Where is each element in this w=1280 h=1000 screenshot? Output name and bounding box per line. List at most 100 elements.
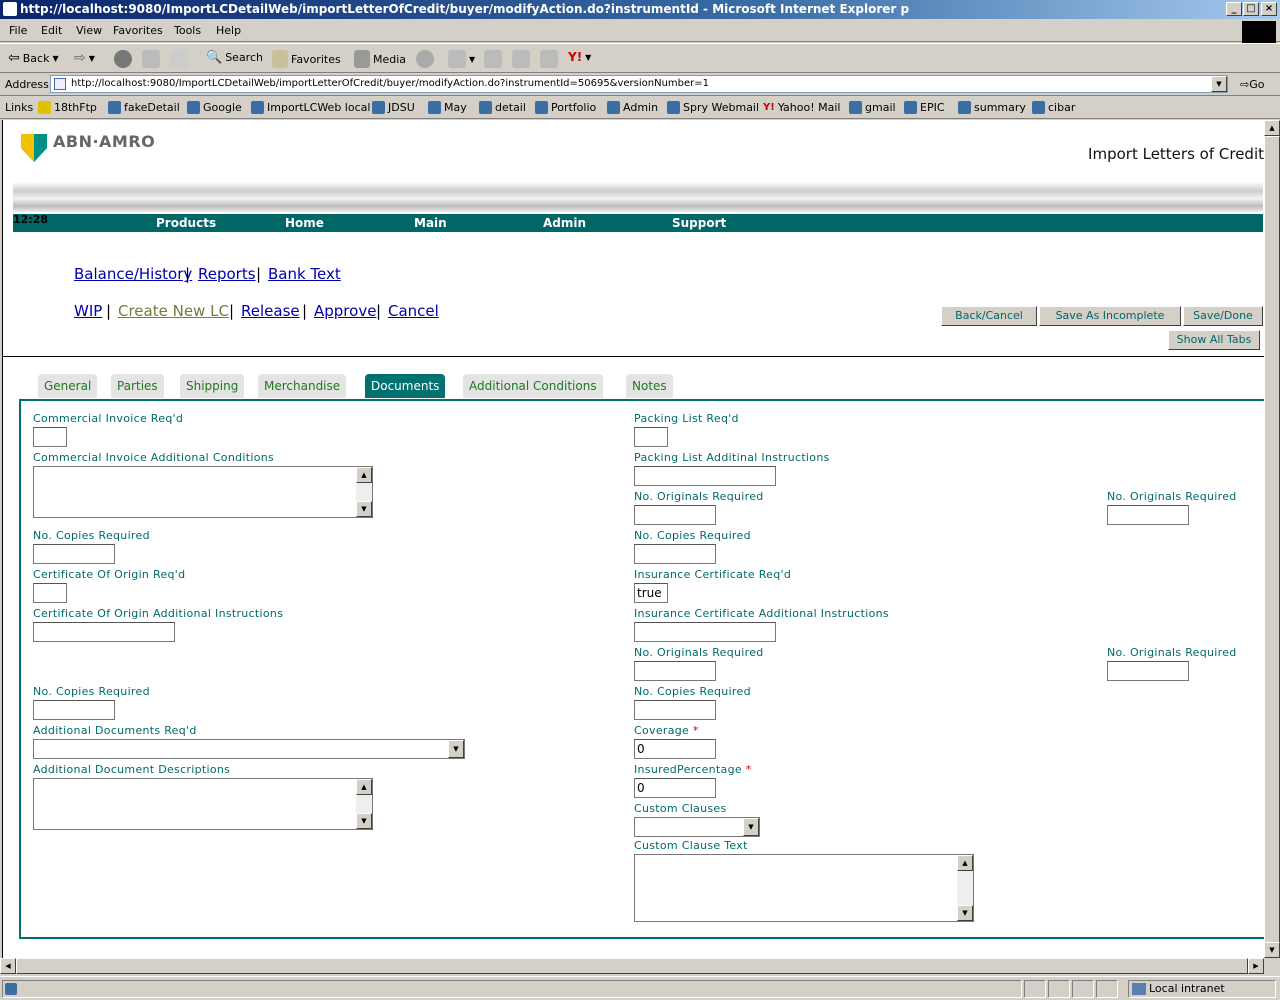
search-button[interactable]: 🔍 Search	[206, 50, 263, 65]
scroll-up-icon[interactable]: ▲	[1264, 120, 1280, 136]
tab-shipping[interactable]: Shipping	[180, 374, 245, 398]
chevron-down-icon[interactable]: ▼	[743, 818, 759, 836]
link-portfolio[interactable]: Portfolio	[535, 101, 596, 114]
link-release[interactable]: Release	[241, 302, 300, 320]
menu-edit[interactable]: Edit	[41, 24, 62, 37]
comm-inv-add-textarea[interactable]: ▲ ▼	[33, 466, 373, 518]
tab-parties[interactable]: Parties	[111, 374, 164, 398]
back-button[interactable]: ⇦ Back ▼	[8, 50, 59, 66]
link-reports[interactable]: Reports	[198, 265, 256, 283]
link-approve[interactable]: Approve	[314, 302, 376, 320]
link-cancel[interactable]: Cancel	[388, 302, 439, 320]
scroll-down-icon[interactable]: ▼	[356, 813, 372, 829]
insured-pct-input[interactable]: 0	[634, 778, 716, 798]
link-admin[interactable]: Admin	[607, 101, 658, 114]
scroll-up-icon[interactable]: ▲	[356, 779, 372, 795]
cert-origin-copies-input[interactable]	[33, 700, 115, 720]
ins-cert-add-input[interactable]	[634, 622, 776, 642]
tab-additional-conditions[interactable]: Additional Conditions	[463, 374, 603, 398]
scroll-down-icon[interactable]: ▼	[957, 905, 973, 921]
print-button[interactable]	[484, 50, 502, 68]
tab-notes[interactable]: Notes	[626, 374, 673, 398]
edit-button[interactable]	[512, 50, 530, 68]
link-epic[interactable]: EPIC	[904, 101, 945, 114]
scroll-down-icon[interactable]: ▼	[356, 501, 372, 517]
home-button[interactable]	[170, 50, 188, 68]
address-input[interactable]: http://localhost:9080/ImportLCDetailWeb/…	[50, 75, 1228, 93]
menu-view[interactable]: View	[76, 24, 102, 37]
packing-originals-input[interactable]	[634, 505, 716, 525]
scroll-right-icon[interactable]: ▶	[1248, 958, 1264, 974]
link-may[interactable]: May	[428, 101, 467, 114]
packing-req-input[interactable]	[634, 427, 668, 447]
nav-main[interactable]: Main	[414, 216, 447, 230]
ins-cert-req-input[interactable]: true	[634, 583, 668, 603]
history-button[interactable]	[416, 50, 434, 68]
nav-home[interactable]: Home	[285, 216, 324, 230]
cert-origin-req-input[interactable]	[33, 583, 67, 603]
menu-favorites[interactable]: Favorites	[113, 24, 163, 37]
scroll-thumb[interactable]	[16, 958, 1248, 974]
scrollbar[interactable]: ▲ ▼	[356, 779, 372, 829]
link-google[interactable]: Google	[187, 101, 242, 114]
link-importlcweb[interactable]: ImportLCWeb local	[251, 101, 370, 114]
link-cibar[interactable]: cibar	[1032, 101, 1075, 114]
minimize-button[interactable]: _	[1226, 2, 1242, 16]
tab-documents[interactable]: Documents	[365, 374, 446, 398]
maximize-button[interactable]: □	[1243, 2, 1259, 16]
ins-copies-input[interactable]	[634, 700, 716, 720]
comm-inv-copies-input[interactable]	[33, 544, 115, 564]
link-spry-webmail[interactable]: Spry Webmail	[667, 101, 759, 114]
nav-support[interactable]: Support	[672, 216, 726, 230]
scroll-up-icon[interactable]: ▲	[356, 467, 372, 483]
link-yahoo-mail[interactable]: Y! Yahoo! Mail	[763, 101, 840, 114]
right-originals-input-2[interactable]	[1107, 661, 1189, 681]
mail-button[interactable]: ▼	[448, 50, 475, 68]
menu-tools[interactable]: Tools	[174, 24, 201, 37]
custom-clauses-select[interactable]: ▼	[634, 817, 760, 837]
save-incomplete-button[interactable]: Save As Incomplete	[1039, 306, 1181, 326]
packing-add-input[interactable]	[634, 466, 776, 486]
link-balance-history[interactable]: Balance/History	[74, 265, 192, 283]
nav-admin[interactable]: Admin	[543, 216, 586, 230]
scroll-left-icon[interactable]: ◀	[0, 958, 16, 974]
discuss-button[interactable]	[540, 50, 558, 68]
go-button[interactable]: ⇨Go	[1240, 78, 1264, 91]
link-wip[interactable]: WIP	[74, 302, 102, 320]
scroll-up-icon[interactable]: ▲	[957, 855, 973, 871]
media-button[interactable]: Media	[354, 50, 406, 68]
add-doc-desc-textarea[interactable]: ▲ ▼	[33, 778, 373, 830]
cert-origin-add-input[interactable]	[33, 622, 175, 642]
address-dropdown-icon[interactable]: ▼	[1211, 76, 1227, 92]
custom-clause-text-textarea[interactable]: ▲ ▼	[634, 854, 974, 922]
add-docs-req-select[interactable]: ▼	[33, 739, 465, 759]
vertical-scrollbar[interactable]: ▲ ▼	[1264, 120, 1280, 958]
link-bank-text[interactable]: Bank Text	[268, 265, 341, 283]
refresh-button[interactable]	[142, 50, 160, 68]
close-button[interactable]: ×	[1261, 2, 1277, 16]
link-detail[interactable]: detail	[479, 101, 526, 114]
save-done-button[interactable]: Save/Done	[1183, 306, 1263, 326]
scrollbar[interactable]: ▲ ▼	[957, 855, 973, 921]
link-fakedetail[interactable]: fakeDetail	[108, 101, 180, 114]
horizontal-scrollbar[interactable]: ◀ ▶	[0, 958, 1264, 974]
forward-button[interactable]: ⇨ ▼	[74, 50, 95, 66]
back-cancel-button[interactable]: Back/Cancel	[941, 306, 1037, 326]
menu-help[interactable]: Help	[216, 24, 241, 37]
tab-general[interactable]: General	[38, 374, 98, 398]
link-summary[interactable]: summary	[958, 101, 1026, 114]
favorites-button[interactable]: Favorites	[272, 50, 341, 68]
packing-copies-input[interactable]	[634, 544, 716, 564]
link-jdsu[interactable]: JDSU	[372, 101, 415, 114]
scrollbar[interactable]: ▲ ▼	[356, 467, 372, 517]
ins-originals-input[interactable]	[634, 661, 716, 681]
link-18thftp[interactable]: 18thFtp	[38, 101, 97, 114]
chevron-down-icon[interactable]: ▼	[448, 740, 464, 758]
show-all-tabs-button[interactable]: Show All Tabs	[1168, 330, 1260, 350]
link-create-new-lc[interactable]: Create New LC	[118, 302, 229, 320]
scroll-thumb[interactable]	[1264, 136, 1280, 944]
scroll-down-icon[interactable]: ▼	[1264, 942, 1280, 958]
coverage-input[interactable]: 0	[634, 739, 716, 759]
right-originals-input-1[interactable]	[1107, 505, 1189, 525]
link-gmail[interactable]: gmail	[849, 101, 896, 114]
